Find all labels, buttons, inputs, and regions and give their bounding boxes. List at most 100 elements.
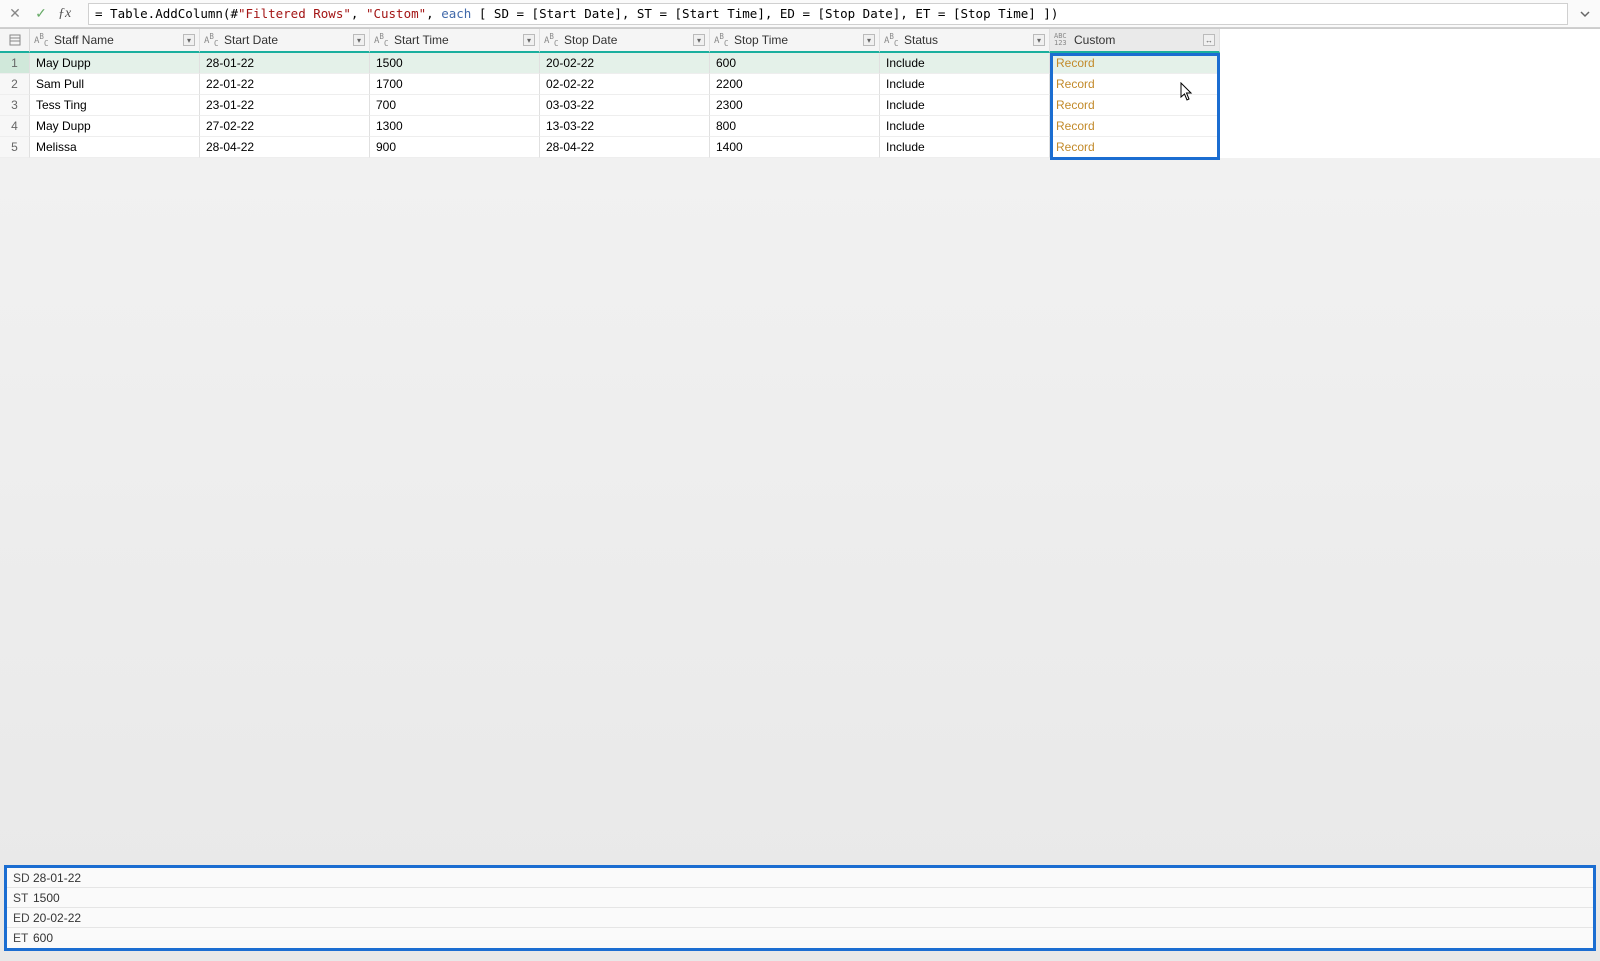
table-row[interactable]: 4 May Dupp 27-02-22 1300 13-03-22 800 In… xyxy=(0,116,1600,137)
column-header-start-date[interactable]: ABC Start Date ▾ xyxy=(200,29,370,53)
cell-status[interactable]: Include xyxy=(880,53,1050,74)
record-value: 28-01-22 xyxy=(33,871,1593,885)
record-value: 1500 xyxy=(33,891,1593,905)
type-text-icon: ABC xyxy=(544,32,558,48)
cell-stop-time[interactable]: 2300 xyxy=(710,95,880,116)
cell-start-time[interactable]: 700 xyxy=(370,95,540,116)
formula-arg1: "Filtered Rows" xyxy=(238,6,351,21)
table-row[interactable]: 2 Sam Pull 22-01-22 1700 02-02-22 2200 I… xyxy=(0,74,1600,95)
column-header-start-time[interactable]: ABC Start Time ▾ xyxy=(370,29,540,53)
row-number[interactable]: 5 xyxy=(0,137,30,158)
cell-start-date[interactable]: 22-01-22 xyxy=(200,74,370,95)
row-number[interactable]: 3 xyxy=(0,95,30,116)
cell-start-date[interactable]: 28-04-22 xyxy=(200,137,370,158)
column-header-status[interactable]: ABC Status ▾ xyxy=(880,29,1050,53)
expand-column-icon[interactable]: ↔ xyxy=(1203,34,1215,46)
filter-icon[interactable]: ▾ xyxy=(863,34,875,46)
data-grid: ABC Staff Name ▾ ABC Start Date ▾ ABC St… xyxy=(0,28,1600,158)
filter-icon[interactable]: ▾ xyxy=(693,34,705,46)
type-any-icon: ABC123 xyxy=(1054,33,1067,47)
cell-start-time[interactable]: 1700 xyxy=(370,74,540,95)
record-key: ET xyxy=(7,931,33,945)
record-value: 20-02-22 xyxy=(33,911,1593,925)
record-preview-pane: SD 28-01-22 ST 1500 ED 20-02-22 ET 600 xyxy=(4,865,1596,951)
cell-staff-name[interactable]: May Dupp xyxy=(30,116,200,137)
cell-stop-time[interactable]: 800 xyxy=(710,116,880,137)
fx-icon[interactable]: ƒx xyxy=(58,6,80,22)
cell-stop-time[interactable]: 1400 xyxy=(710,137,880,158)
filter-icon[interactable]: ▾ xyxy=(1033,34,1045,46)
cell-custom[interactable]: Record xyxy=(1050,53,1220,74)
cell-staff-name[interactable]: Melissa xyxy=(30,137,200,158)
cell-status[interactable]: Include xyxy=(880,137,1050,158)
cell-start-time[interactable]: 1500 xyxy=(370,53,540,74)
record-link[interactable]: Record xyxy=(1056,140,1095,154)
record-link[interactable]: Record xyxy=(1056,77,1095,91)
formula-arg2: "Custom" xyxy=(366,6,426,21)
record-field[interactable]: ST 1500 xyxy=(7,888,1593,908)
cell-start-date[interactable]: 23-01-22 xyxy=(200,95,370,116)
cell-start-time[interactable]: 900 xyxy=(370,137,540,158)
type-text-icon: ABC xyxy=(34,32,48,48)
cell-stop-date[interactable]: 03-03-22 xyxy=(540,95,710,116)
formula-input[interactable]: = Table.AddColumn(#"Filtered Rows", "Cus… xyxy=(88,3,1568,25)
cell-stop-time[interactable]: 2200 xyxy=(710,74,880,95)
record-link[interactable]: Record xyxy=(1056,98,1095,112)
column-header-stop-date[interactable]: ABC Stop Date ▾ xyxy=(540,29,710,53)
record-field[interactable]: ED 20-02-22 xyxy=(7,908,1593,928)
cell-staff-name[interactable]: Tess Ting xyxy=(30,95,200,116)
row-number[interactable]: 2 xyxy=(0,74,30,95)
cell-stop-date[interactable]: 13-03-22 xyxy=(540,116,710,137)
select-all-corner[interactable] xyxy=(0,29,30,53)
cell-status[interactable]: Include xyxy=(880,116,1050,137)
cell-start-date[interactable]: 28-01-22 xyxy=(200,53,370,74)
cell-custom[interactable]: Record xyxy=(1050,74,1220,95)
cell-stop-time[interactable]: 600 xyxy=(710,53,880,74)
accept-formula-icon[interactable]: ✓ xyxy=(32,5,50,23)
filter-icon[interactable]: ▾ xyxy=(183,34,195,46)
table-row[interactable]: 5 Melissa 28-04-22 900 28-04-22 1400 Inc… xyxy=(0,137,1600,158)
formula-sep2: , xyxy=(426,6,441,21)
table-row[interactable]: 3 Tess Ting 23-01-22 700 03-03-22 2300 I… xyxy=(0,95,1600,116)
column-label: Start Time xyxy=(394,33,449,47)
formula-body: [ SD = [Start Date], ST = [Start Time], … xyxy=(471,6,1058,21)
formula-sep1: , xyxy=(351,6,366,21)
cell-status[interactable]: Include xyxy=(880,74,1050,95)
filter-icon[interactable]: ▾ xyxy=(353,34,365,46)
record-link[interactable]: Record xyxy=(1056,119,1095,133)
column-header-stop-time[interactable]: ABC Stop Time ▾ xyxy=(710,29,880,53)
table-row[interactable]: 1 May Dupp 28-01-22 1500 20-02-22 600 In… xyxy=(0,53,1600,74)
record-key: ST xyxy=(7,891,33,905)
cell-custom[interactable]: Record xyxy=(1050,137,1220,158)
type-text-icon: ABC xyxy=(204,32,218,48)
cell-status[interactable]: Include xyxy=(880,95,1050,116)
column-label: Start Date xyxy=(224,33,278,47)
cell-custom[interactable]: Record xyxy=(1050,95,1220,116)
cancel-formula-icon[interactable]: ✕ xyxy=(6,5,24,23)
cell-staff-name[interactable]: May Dupp xyxy=(30,53,200,74)
filter-icon[interactable]: ▾ xyxy=(523,34,535,46)
cell-start-time[interactable]: 1300 xyxy=(370,116,540,137)
formula-bar: ✕ ✓ ƒx = Table.AddColumn(#"Filtered Rows… xyxy=(0,0,1600,28)
record-key: SD xyxy=(7,871,33,885)
column-header-staff-name[interactable]: ABC Staff Name ▾ xyxy=(30,29,200,53)
cell-stop-date[interactable]: 02-02-22 xyxy=(540,74,710,95)
record-field[interactable]: SD 28-01-22 xyxy=(7,868,1593,888)
row-number[interactable]: 1 xyxy=(0,53,30,74)
cell-start-date[interactable]: 27-02-22 xyxy=(200,116,370,137)
cell-custom[interactable]: Record xyxy=(1050,116,1220,137)
cell-stop-date[interactable]: 20-02-22 xyxy=(540,53,710,74)
cell-stop-date[interactable]: 28-04-22 xyxy=(540,137,710,158)
expand-formula-icon[interactable] xyxy=(1576,5,1594,23)
cell-staff-name[interactable]: Sam Pull xyxy=(30,74,200,95)
record-key: ED xyxy=(7,911,33,925)
type-text-icon: ABC xyxy=(374,32,388,48)
column-header-custom[interactable]: ABC123 Custom ↔ xyxy=(1050,29,1220,53)
column-label: Status xyxy=(904,33,938,47)
column-label: Custom xyxy=(1074,33,1115,47)
record-field[interactable]: ET 600 xyxy=(7,928,1593,948)
column-label: Staff Name xyxy=(54,33,114,47)
row-number[interactable]: 4 xyxy=(0,116,30,137)
header-row: ABC Staff Name ▾ ABC Start Date ▾ ABC St… xyxy=(0,29,1600,53)
record-link[interactable]: Record xyxy=(1056,56,1095,70)
